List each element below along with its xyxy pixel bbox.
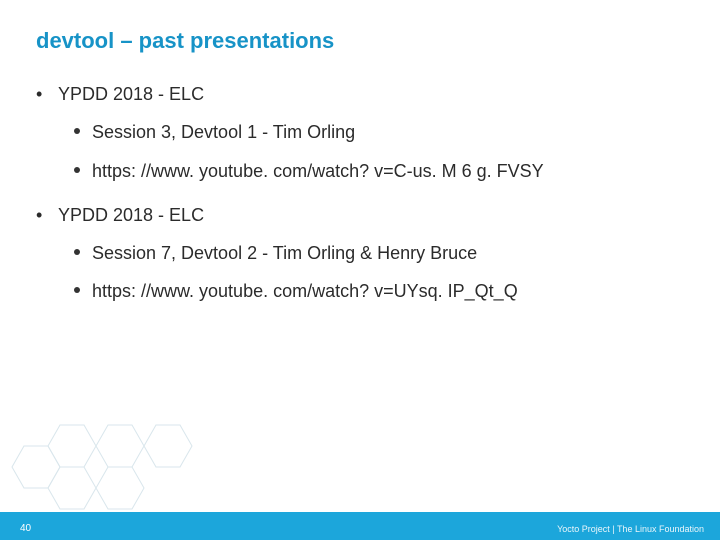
list-item: https: //www. youtube. com/watch? v=C-us… [70, 159, 690, 183]
section-heading: YPDD 2018 - ELC [36, 82, 690, 106]
slide-title: devtool – past presentations [36, 28, 334, 54]
hex-pattern-icon [0, 422, 200, 512]
section-1: YPDD 2018 - ELC Session 3, Devtool 1 - T… [36, 82, 690, 183]
list-item: https: //www. youtube. com/watch? v=UYsq… [70, 279, 690, 303]
list-item: Session 7, Devtool 2 - Tim Orling & Henr… [70, 241, 690, 265]
footer-credit: Yocto Project | The Linux Foundation [557, 524, 704, 534]
slide-content: YPDD 2018 - ELC Session 3, Devtool 1 - T… [36, 82, 690, 324]
page-number: 40 [20, 523, 31, 534]
slide: devtool – past presentations YPDD 2018 -… [0, 0, 720, 540]
list-item: Session 3, Devtool 1 - Tim Orling [70, 120, 690, 144]
section-2: YPDD 2018 - ELC Session 7, Devtool 2 - T… [36, 203, 690, 304]
footer-bar: 40 Yocto Project | The Linux Foundation [0, 512, 720, 540]
section-heading: YPDD 2018 - ELC [36, 203, 690, 227]
